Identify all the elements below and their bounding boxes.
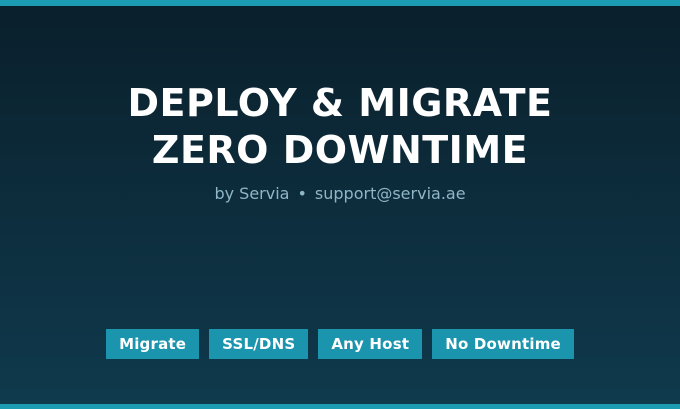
tag-migrate: Migrate — [106, 329, 200, 359]
byline: by Servia • support@servia.ae — [0, 184, 680, 204]
byline-email: support@servia.ae — [314, 184, 466, 203]
top-accent-bar — [0, 0, 680, 6]
banner-title: DEPLOY & MIGRATE ZERO DOWNTIME — [0, 80, 680, 174]
feature-tags: Migrate SSL/DNS Any Host No Downtime — [0, 329, 680, 359]
tag-any-host: Any Host — [318, 329, 423, 359]
tag-ssl-dns: SSL/DNS — [209, 329, 309, 359]
title-line-2: ZERO DOWNTIME — [151, 128, 529, 172]
tag-no-downtime: No Downtime — [432, 329, 574, 359]
title-line-1: DEPLOY & MIGRATE — [127, 81, 553, 125]
bottom-accent-bar — [0, 404, 680, 409]
byline-separator: • — [297, 184, 307, 203]
byline-author: by Servia — [214, 184, 290, 203]
promo-banner: DEPLOY & MIGRATE ZERO DOWNTIME by Servia… — [0, 0, 680, 409]
